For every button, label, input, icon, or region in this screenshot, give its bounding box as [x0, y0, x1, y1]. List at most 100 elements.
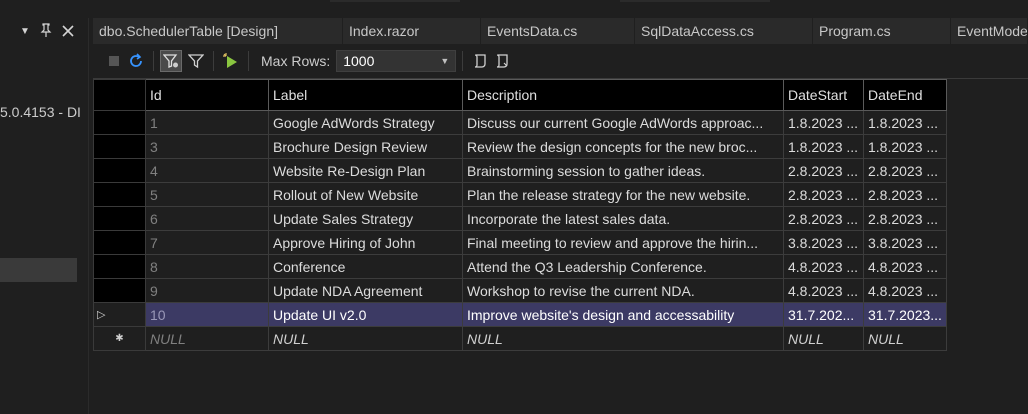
table-row[interactable]: 4 Website Re-Design Plan Brainstorming s… [93, 158, 947, 183]
row-header[interactable] [93, 254, 146, 279]
cell-description[interactable]: Brainstorming session to gather ideas. [462, 158, 784, 183]
row-header[interactable] [93, 206, 146, 231]
cell-date-start[interactable]: 3.8.2023 ... [783, 230, 864, 255]
results-grid-area: Id Label Description DateStart DateEnd 1… [93, 78, 1028, 414]
filter-active-icon[interactable] [160, 50, 182, 72]
cell-date-start[interactable]: 2.8.2023 ... [783, 158, 864, 183]
cell-id[interactable]: 5 [145, 182, 269, 207]
stop-icon[interactable] [103, 50, 125, 72]
max-rows-value: 1000 [343, 53, 375, 69]
cell-label[interactable]: Approve Hiring of John [268, 230, 463, 255]
filter-icon[interactable] [185, 50, 207, 72]
tab-events-data[interactable]: EventsData.cs [481, 18, 635, 44]
cell-label[interactable]: Rollout of New Website [268, 182, 463, 207]
cell-id[interactable]: 4 [145, 158, 269, 183]
row-header[interactable] [93, 158, 146, 183]
execute-icon[interactable] [220, 50, 242, 72]
cell-date-end[interactable]: 2.8.2023 ... [863, 158, 947, 183]
row-header[interactable] [93, 182, 146, 207]
cell-id[interactable]: 6 [145, 206, 269, 231]
table-row[interactable]: 8 Conference Attend the Q3 Leadership Co… [93, 254, 947, 279]
cell-date-start[interactable]: 2.8.2023 ... [783, 182, 864, 207]
cell-label[interactable]: NULL [268, 326, 463, 351]
column-header-date-start[interactable]: DateStart [783, 79, 864, 111]
cell-label[interactable]: Update UI v2.0 [268, 302, 463, 327]
cell-date-end[interactable]: NULL [863, 326, 947, 351]
cell-label[interactable]: Update NDA Agreement [268, 278, 463, 303]
new-row-marker-icon[interactable]: ✱ [93, 326, 146, 351]
cell-description[interactable]: Attend the Q3 Leadership Conference. [462, 254, 784, 279]
cell-date-end[interactable]: 4.8.2023 ... [863, 254, 947, 279]
current-row-marker-icon[interactable]: ▷ [93, 302, 146, 327]
table-row-selected[interactable]: ▷ 10 Update UI v2.0 Improve website's de… [93, 302, 947, 327]
tab-sql-data-access[interactable]: SqlDataAccess.cs [635, 18, 813, 44]
column-header-description[interactable]: Description [462, 79, 784, 111]
panel-selected-item[interactable] [0, 258, 77, 282]
cell-date-start[interactable]: 2.8.2023 ... [783, 206, 864, 231]
refresh-icon[interactable] [125, 50, 147, 72]
cell-date-end[interactable]: 2.8.2023 ... [863, 182, 947, 207]
panel-controls: ▼ [20, 22, 74, 42]
column-header-id[interactable]: Id [145, 79, 269, 111]
cell-date-end[interactable]: 2.8.2023 ... [863, 206, 947, 231]
cell-label[interactable]: Update Sales Strategy [268, 206, 463, 231]
cell-id[interactable]: 9 [145, 278, 269, 303]
tab-scheduler-table-design[interactable]: dbo.SchedulerTable [Design] [93, 18, 343, 44]
cell-date-start[interactable]: NULL [783, 326, 864, 351]
cell-id[interactable]: 1 [145, 110, 269, 135]
cell-id[interactable]: 3 [145, 134, 269, 159]
cell-date-end[interactable]: 1.8.2023 ... [863, 134, 947, 159]
row-header[interactable] [93, 230, 146, 255]
script-file-icon[interactable] [491, 50, 513, 72]
table-row[interactable]: 3 Brochure Design Review Review the desi… [93, 134, 947, 159]
solution-panel: ▼ 5.0.4153 - DI [0, 18, 88, 414]
cell-date-start[interactable]: 4.8.2023 ... [783, 278, 864, 303]
table-row[interactable]: 6 Update Sales Strategy Incorporate the … [93, 206, 947, 231]
close-icon[interactable] [62, 22, 74, 42]
cell-description[interactable]: Incorporate the latest sales data. [462, 206, 784, 231]
new-row[interactable]: ✱ NULL NULL NULL NULL NULL [93, 326, 947, 351]
cell-date-start[interactable]: 1.8.2023 ... [783, 134, 864, 159]
cell-description[interactable]: Workshop to revise the current NDA. [462, 278, 784, 303]
row-header[interactable] [93, 278, 146, 303]
column-header-date-end[interactable]: DateEnd [863, 79, 947, 111]
max-rows-select[interactable]: 1000 ▼ [336, 50, 457, 72]
cell-id[interactable]: 8 [145, 254, 269, 279]
cell-description[interactable]: Discuss our current Google AdWords appro… [462, 110, 784, 135]
cell-date-start[interactable]: 4.8.2023 ... [783, 254, 864, 279]
cell-date-end[interactable]: 1.8.2023 ... [863, 110, 947, 135]
cell-label[interactable]: Website Re-Design Plan [268, 158, 463, 183]
tab-event-model[interactable]: EventModel [951, 18, 1028, 44]
cell-description[interactable]: Plan the release strategy for the new we… [462, 182, 784, 207]
row-header[interactable] [93, 110, 146, 135]
cell-date-start[interactable]: 1.8.2023 ... [783, 110, 864, 135]
cell-description[interactable]: NULL [462, 326, 784, 351]
tab-index-razor[interactable]: Index.razor [343, 18, 481, 44]
cell-date-end[interactable]: 3.8.2023 ... [863, 230, 947, 255]
cell-date-end[interactable]: 4.8.2023 ... [863, 278, 947, 303]
cell-description[interactable]: Final meeting to review and approve the … [462, 230, 784, 255]
cell-id[interactable]: 10 [145, 302, 269, 327]
script-icon[interactable] [469, 50, 491, 72]
results-grid: Id Label Description DateStart DateEnd 1… [93, 79, 947, 351]
cell-description[interactable]: Review the design concepts for the new b… [462, 134, 784, 159]
cell-label[interactable]: Conference [268, 254, 463, 279]
column-header-label[interactable]: Label [268, 79, 463, 111]
row-header[interactable] [93, 134, 146, 159]
table-row[interactable]: 9 Update NDA Agreement Workshop to revis… [93, 278, 947, 303]
table-row[interactable]: 1 Google AdWords Strategy Discuss our cu… [93, 110, 947, 135]
cell-label[interactable]: Brochure Design Review [268, 134, 463, 159]
triangle-down-icon[interactable]: ▼ [20, 22, 30, 42]
select-all-cell[interactable] [93, 79, 146, 111]
cell-label[interactable]: Google AdWords Strategy [268, 110, 463, 135]
pin-icon[interactable] [40, 22, 52, 42]
grid-header-row: Id Label Description DateStart DateEnd [93, 79, 947, 111]
tab-program[interactable]: Program.cs [813, 18, 951, 44]
table-row[interactable]: 5 Rollout of New Website Plan the releas… [93, 182, 947, 207]
cell-description[interactable]: Improve website's design and accessabili… [462, 302, 784, 327]
cell-id[interactable]: 7 [145, 230, 269, 255]
table-row[interactable]: 7 Approve Hiring of John Final meeting t… [93, 230, 947, 255]
cell-date-start[interactable]: 31.7.202... [783, 302, 864, 327]
cell-date-end[interactable]: 31.7.2023... [863, 302, 947, 327]
cell-id[interactable]: NULL [145, 326, 269, 351]
